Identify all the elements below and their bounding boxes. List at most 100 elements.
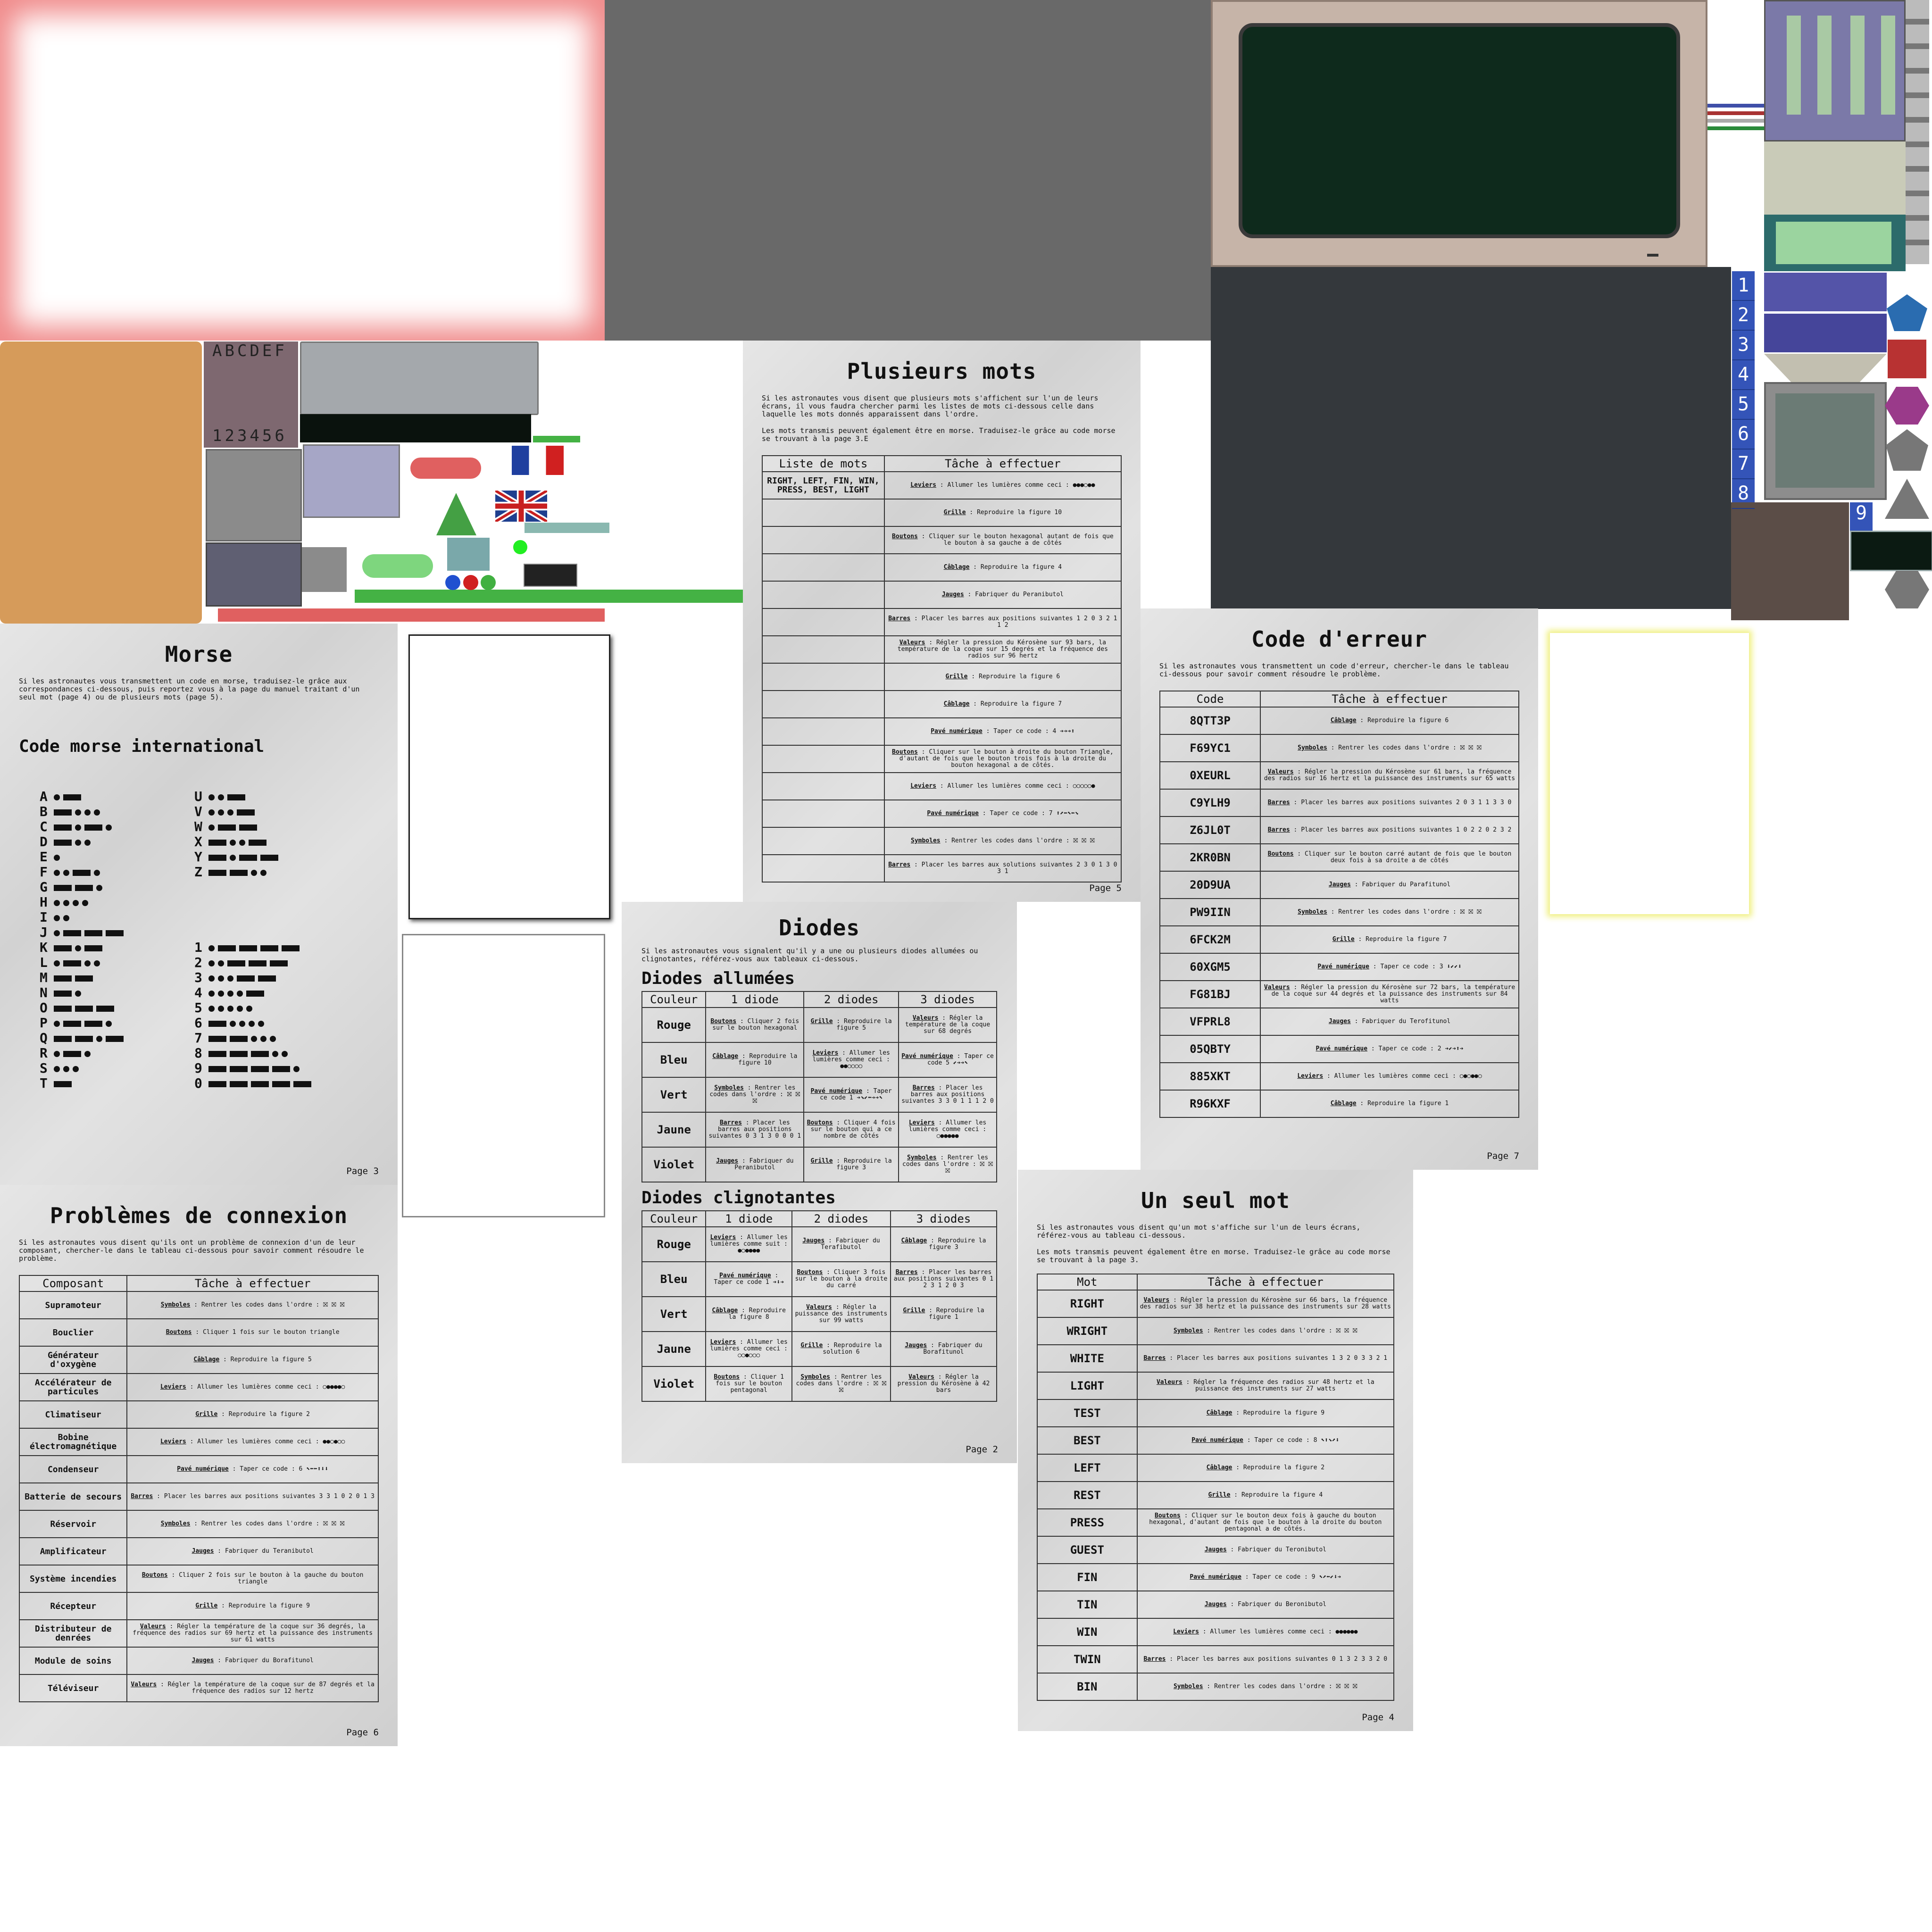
morse-dash [84, 824, 102, 831]
diode-task: Barres : Placer les barres aux positions… [705, 1112, 805, 1148]
task-detail: : Cliquer sur le bouton deux fois à gauc… [1149, 1512, 1382, 1532]
diode-task: Leviers : Allumer les lumières comme cec… [705, 1331, 792, 1367]
diode-task: Câblage : Reproduire la figure 8 [705, 1296, 792, 1332]
row-task: Symboles : Rentrer les codes dans l'ordr… [126, 1291, 379, 1319]
task-type: Barres [1267, 826, 1290, 833]
task-detail: : Fabriquer du Borafitunol [214, 1657, 314, 1664]
task-type: Leviers [910, 482, 936, 489]
row-task: Leviers : Allumer les lumières comme cec… [1260, 1062, 1519, 1091]
morse-dot [54, 1050, 60, 1057]
row-task: Valeurs : Régler la pression du Kérosène… [1260, 980, 1519, 1008]
morse-character: 5 [194, 1000, 202, 1016]
morse-row: P [40, 1016, 115, 1030]
diode-task: Câblage : Reproduire la figure 3 [890, 1226, 998, 1262]
morse-dash [272, 1066, 290, 1072]
morse-dot [246, 1005, 252, 1012]
morse-character: X [194, 834, 202, 849]
task-detail: : Reproduire la figure 2 [1232, 1464, 1325, 1471]
table-row: Supramoteur Symboles : Rentrer les codes … [18, 1291, 379, 1319]
morse-character: O [40, 1000, 48, 1016]
diode-task: Boutons : Cliquer 1 fois sur le bouton p… [705, 1366, 792, 1402]
morse-dot [230, 854, 236, 861]
table-row: 20D9UA Jauges : Fabriquer du Parafitunol [1159, 871, 1519, 899]
diode-task: Jauges : Fabriquer du Peranibutol [705, 1147, 805, 1183]
morse-dash [84, 1020, 102, 1027]
morse-dash [106, 930, 124, 936]
task-type: Barres [131, 1493, 153, 1500]
page-number: Page 3 [346, 1166, 379, 1176]
table-row: Bleu Câblage : Reproduire la figure 10 Lev… [641, 1042, 997, 1078]
morse-dash [54, 990, 72, 997]
page-title: Morse [165, 641, 233, 667]
morse-dot [258, 1020, 264, 1027]
page-number: Page 6 [346, 1727, 379, 1738]
task-detail: : Reproduire la figure 10 [966, 509, 1062, 516]
row-task: Câblage : Reproduire la figure 2 [1136, 1454, 1395, 1482]
row-task: Barres : Placer les barres aux positions… [1136, 1645, 1395, 1674]
column-header: 2 diodes [791, 1210, 891, 1227]
task-type: Leviers [812, 1049, 839, 1057]
row-task: Leviers : Allumer les lumières comme cec… [883, 471, 1122, 500]
morse-dash [251, 1066, 269, 1072]
row-task: Jauges : Fabriquer du Parafitunol [1260, 871, 1519, 899]
table-row: TEST Câblage : Reproduire la figure 9 [1037, 1399, 1395, 1427]
diode-task: Symboles : Rentrer les codes dans l'ordr… [705, 1077, 805, 1113]
green-triangle-icon [436, 493, 476, 535]
task-type: Pavé numérique [810, 1088, 863, 1095]
morse-dot [251, 869, 257, 876]
task-type: Valeurs [1264, 984, 1290, 991]
task-type: Leviers [908, 1119, 935, 1126]
morse-row: U [194, 790, 249, 804]
table-row: Amplificateur Jauges : Fabriquer du Teran… [18, 1537, 379, 1566]
morse-dash [96, 1005, 114, 1012]
table-row: Boutons : Cliquer sur le bouton à droite… [762, 745, 1122, 773]
morse-dash [63, 960, 81, 966]
row-key: PW9IIN [1159, 898, 1261, 926]
morse-dot [94, 869, 100, 876]
table-row: Rouge Boutons : Cliquer 2 fois sur le bou… [641, 1007, 997, 1043]
row-key: 6FCK2M [1159, 925, 1261, 954]
column-header: 1 diode [705, 991, 805, 1008]
morse-row: 6 [194, 1016, 267, 1030]
task-detail: : Régler la pression du Kérosène sur 72 … [1271, 984, 1516, 1004]
table-row: WIN Leviers : Allumer les lumières comme … [1037, 1618, 1395, 1646]
keypad-panel: ABCDEF 123456 [204, 341, 298, 448]
table-row: 2KR0BN Boutons : Cliquer sur le bouton ca… [1159, 843, 1519, 872]
morse-dash [230, 1066, 248, 1072]
morse-dash [54, 1081, 72, 1087]
task-type: Symboles [907, 1154, 937, 1161]
row-key: 20D9UA [1159, 871, 1261, 899]
row-key: WIN [1037, 1618, 1138, 1646]
row-key: Climatiseur [18, 1400, 128, 1429]
diode-task: Grille : Reproduire la figure 1 [890, 1296, 998, 1332]
row-task: Câblage : Reproduire la figure 7 [883, 690, 1122, 718]
morse-dot [249, 1020, 255, 1027]
row-key: FIN [1037, 1563, 1138, 1591]
morse-character: T [40, 1075, 48, 1091]
task-detail: : Taper ce code : 3 ⬇⬋⬋⬇ [1369, 963, 1462, 970]
morse-dash [260, 945, 278, 951]
morse-row: 3 [194, 971, 279, 985]
table-row: Jauges : Fabriquer du Peranibutol [762, 581, 1122, 609]
task-type: Symboles [911, 837, 941, 844]
morse-dash [208, 1081, 226, 1087]
red-vignette-texture [0, 0, 605, 341]
side-number-tile: 8 [1732, 479, 1755, 509]
morse-dot [260, 869, 266, 876]
morse-row: E [40, 850, 63, 864]
row-key: RIGHT [1037, 1290, 1138, 1318]
row-key [762, 635, 885, 664]
row-key [762, 581, 885, 609]
morse-dash [237, 809, 255, 816]
morse-row: F [40, 865, 103, 879]
task-detail: : Fabriquer du Teranibutol [214, 1548, 314, 1555]
morse-character: W [194, 819, 202, 834]
row-key: WHITE [1037, 1344, 1138, 1373]
teal-box [447, 538, 490, 571]
task-detail: : Régler la fréquence des radios sur 48 … [1182, 1379, 1374, 1392]
page-title: Un seul mot [1141, 1188, 1290, 1213]
task-detail: : Allumer les lumières comme ceci : ○●●●… [186, 1383, 345, 1391]
task-type: Boutons [714, 1374, 740, 1381]
page-intro-2: Les mots transmis peuvent également être… [762, 426, 1116, 443]
morse-character: N [40, 985, 48, 1000]
